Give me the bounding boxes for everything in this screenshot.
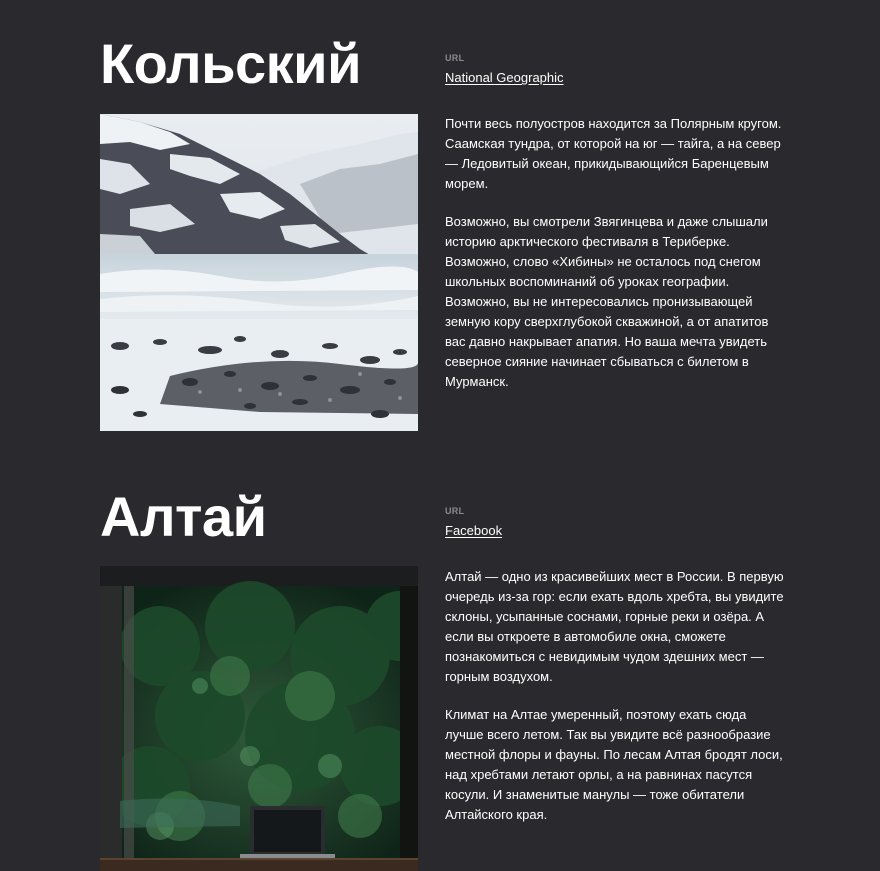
description-paragraph: Климат на Алтае умеренный, поэтому ехать… (445, 707, 783, 822)
place-title: Кольский (100, 32, 362, 95)
description-paragraph: Почти весь полуостров находится за Поляр… (445, 116, 782, 191)
description-paragraph: Возможно, вы смотрели Звягинцева и даже … (445, 214, 769, 389)
place-description: Алтай — одно из красивейших мест в Росси… (445, 567, 785, 843)
source-link-facebook[interactable]: Facebook (445, 523, 502, 538)
source-link-national-geographic[interactable]: National Geographic (445, 70, 564, 85)
place-description: Почти весь полуостров находится за Поляр… (445, 114, 785, 410)
snowy-mountain-coast-photo (100, 114, 418, 431)
description-paragraph: Алтай — одно из красивейших мест в Росси… (445, 569, 784, 684)
forest-window-laptop-photo (100, 566, 418, 871)
place-title: Алтай (100, 485, 267, 548)
url-label: URL (445, 506, 465, 516)
url-label: URL (445, 53, 465, 63)
